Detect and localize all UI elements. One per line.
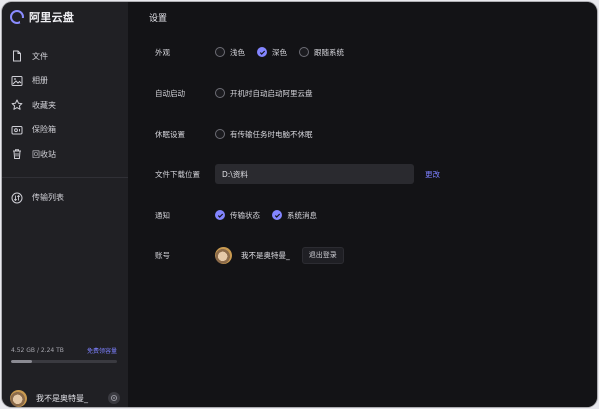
safe-icon	[11, 125, 23, 135]
sidebar-item-favorites[interactable]: 收藏夹	[2, 93, 128, 118]
notification-row: 通知 传输状态 系统消息	[155, 208, 329, 222]
checkbox-checked[interactable]	[215, 210, 225, 220]
brand: 阿里云盘	[10, 8, 74, 26]
transfer-icon	[11, 192, 23, 204]
transfer-status-option[interactable]: 传输状态	[215, 210, 260, 221]
app-window: 阿里云盘 文件 相册 收藏夹 保险箱 回收站 传输列表 4.52 GB / 2.…	[2, 2, 597, 407]
download-location-label: 文件下载位置	[155, 169, 200, 179]
avatar	[215, 246, 232, 264]
storage-usage: 4.52 GB / 2.24 TB 免费领容量	[11, 346, 117, 363]
sidebar-item-label: 文件	[32, 51, 48, 61]
checkbox-unchecked[interactable]	[215, 88, 225, 98]
sidebar-item-label: 回收站	[32, 149, 56, 159]
radio-unchecked[interactable]	[215, 47, 225, 57]
storage-used-text: 4.52 GB / 2.24 TB	[11, 347, 64, 354]
sleep-label: 休眠设置	[155, 129, 185, 139]
check-icon	[259, 50, 265, 55]
sidebar-divider	[2, 176, 128, 178]
sidebar-item-transfers[interactable]: 传输列表	[2, 186, 128, 211]
radio-unchecked[interactable]	[299, 47, 309, 57]
sleep-row: 休眠设置 有传输任务时电脑不休眠	[155, 127, 325, 141]
account-row: 账号 我不是奥特曼_ 退出登录	[155, 246, 344, 264]
check-icon	[274, 213, 280, 218]
logout-button[interactable]: 退出登录	[301, 246, 344, 264]
user-name: 我不是奥特曼_	[36, 393, 88, 403]
check-icon	[217, 213, 223, 218]
free-storage-link[interactable]: 免费领容量	[87, 346, 117, 355]
sidebar-nav: 文件 相册 收藏夹 保险箱 回收站 传输列表	[2, 44, 128, 210]
page-title: 设置	[149, 14, 168, 24]
autostart-option[interactable]: 开机时自动启动阿里云盘	[215, 88, 313, 99]
brand-title: 阿里云盘	[29, 11, 75, 24]
user-profile[interactable]: 我不是奥特曼_	[2, 386, 128, 407]
prevent-sleep-option[interactable]: 有传输任务时电脑不休眠	[215, 129, 313, 140]
appearance-label: 外观	[155, 47, 170, 57]
sidebar-item-label: 传输列表	[32, 193, 64, 203]
avatar	[10, 389, 27, 407]
sidebar-item-label: 保险箱	[32, 125, 56, 135]
appearance-row: 外观 浅色 深色 跟随系统	[155, 45, 356, 59]
theme-dark-option[interactable]: 深色	[257, 47, 287, 58]
star-icon	[11, 99, 23, 111]
gear-icon	[110, 394, 118, 402]
sidebar-item-photos[interactable]: 相册	[2, 69, 128, 94]
sidebar-item-files[interactable]: 文件	[2, 44, 128, 69]
download-path-field[interactable]: D:\资料	[215, 164, 414, 184]
settings-panel: 设置 外观 浅色 深色 跟随系统 自动启动 开机时自动启动阿里云盘 休眠设置 有…	[128, 2, 597, 407]
settings-button[interactable]	[108, 392, 120, 404]
aliyun-logo-icon	[10, 10, 25, 24]
theme-light-option[interactable]: 浅色	[215, 47, 245, 58]
sidebar-item-label: 相册	[32, 76, 48, 86]
change-path-link[interactable]: 更改	[425, 169, 440, 180]
radio-checked[interactable]	[257, 47, 267, 57]
file-icon	[13, 50, 21, 62]
checkbox-checked[interactable]	[272, 210, 282, 220]
download-location-row: 文件下载位置 D:\资料 更改	[155, 164, 440, 184]
storage-progress-fill	[11, 360, 33, 363]
trash-icon	[13, 149, 21, 160]
sidebar-item-label: 收藏夹	[32, 100, 56, 110]
autostart-row: 自动启动 开机时自动启动阿里云盘	[155, 86, 325, 100]
autostart-label: 自动启动	[155, 88, 185, 98]
account-label: 账号	[155, 250, 170, 260]
theme-system-option[interactable]: 跟随系统	[299, 47, 344, 58]
sidebar-item-safe[interactable]: 保险箱	[2, 118, 128, 143]
account-name: 我不是奥特曼_	[241, 250, 290, 260]
notification-label: 通知	[155, 210, 170, 220]
sidebar: 阿里云盘 文件 相册 收藏夹 保险箱 回收站 传输列表 4.52 GB / 2.…	[2, 2, 128, 407]
storage-progress-bar	[11, 360, 117, 363]
checkbox-unchecked[interactable]	[215, 129, 225, 139]
photo-icon	[11, 75, 23, 86]
sidebar-item-trash[interactable]: 回收站	[2, 142, 128, 167]
system-message-option[interactable]: 系统消息	[272, 210, 317, 221]
